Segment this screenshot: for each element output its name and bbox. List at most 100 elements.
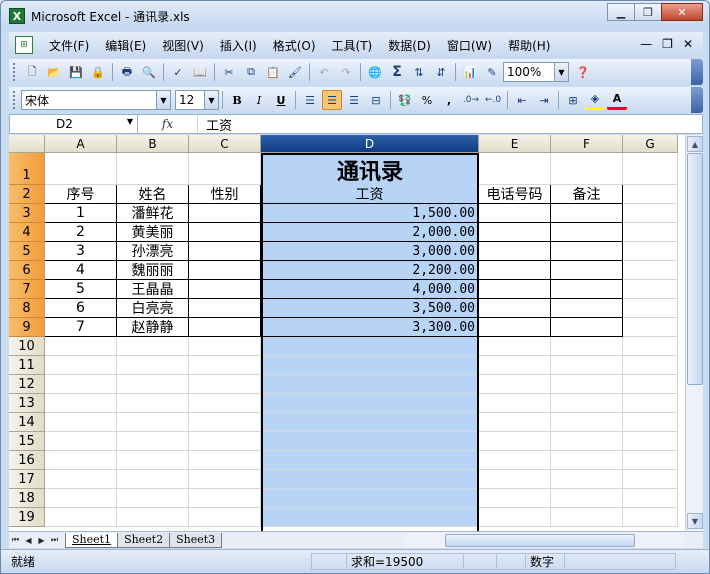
cell-f11[interactable] [551, 356, 623, 375]
cell-g11[interactable] [623, 356, 678, 375]
cell-g15[interactable] [623, 432, 678, 451]
cell-d17[interactable] [261, 470, 479, 489]
print-icon[interactable]: 🖶 [117, 62, 137, 82]
toolbar-grip[interactable] [13, 91, 17, 109]
column-header-d[interactable]: D [261, 135, 479, 153]
cell-a14[interactable] [45, 413, 117, 432]
cell-a13[interactable] [45, 394, 117, 413]
close-button[interactable]: ✕ [661, 3, 703, 21]
row-header-4[interactable]: 4 [9, 223, 45, 242]
row-header-5[interactable]: 5 [9, 242, 45, 261]
cell-g2[interactable] [623, 185, 678, 204]
row-header-10[interactable]: 10 [9, 337, 45, 356]
copy-icon[interactable]: ⧉ [241, 62, 261, 82]
redo-icon[interactable]: ↷ [336, 62, 356, 82]
cell-c11[interactable] [189, 356, 261, 375]
permission-icon[interactable]: 🔒 [88, 62, 108, 82]
open-icon[interactable]: 📂 [44, 62, 64, 82]
cell-e6[interactable] [479, 261, 551, 280]
menu-help[interactable]: 帮助(H) [500, 37, 558, 54]
undo-icon[interactable]: ↶ [314, 62, 334, 82]
cell-g9[interactable] [623, 318, 678, 337]
cell-f18[interactable] [551, 489, 623, 508]
cell-g12[interactable] [623, 375, 678, 394]
cell-g19[interactable] [623, 508, 678, 527]
increase-decimal-icon[interactable]: .0→ [461, 90, 481, 110]
autosum-icon[interactable]: Σ [387, 62, 407, 82]
workbook-minimize-button[interactable]: — [640, 37, 652, 51]
row-header-8[interactable]: 8 [9, 299, 45, 318]
cell-c15[interactable] [189, 432, 261, 451]
cut-icon[interactable]: ✂ [219, 62, 239, 82]
chevron-down-icon[interactable]: ▼ [554, 63, 568, 81]
cell-a18[interactable] [45, 489, 117, 508]
cell-c6[interactable] [189, 261, 261, 280]
italic-button[interactable]: I [249, 90, 269, 110]
scroll-up-icon[interactable]: ▲ [687, 136, 703, 152]
cell-b3[interactable]: 潘鲜花 [117, 204, 189, 223]
cell-e11[interactable] [479, 356, 551, 375]
menu-edit[interactable]: 编辑(E) [97, 37, 154, 54]
cell-f4[interactable] [551, 223, 623, 242]
insert-function-button[interactable]: fx [138, 115, 198, 133]
cell-e2[interactable]: 电话号码 [479, 185, 551, 204]
cell-c17[interactable] [189, 470, 261, 489]
row-header-13[interactable]: 13 [9, 394, 45, 413]
cell-e17[interactable] [479, 470, 551, 489]
research-icon[interactable]: 📖 [190, 62, 210, 82]
cell-d2[interactable]: 工资 [261, 185, 479, 204]
tab-sheet2[interactable]: Sheet2 [117, 532, 171, 548]
name-box[interactable]: D2 ▼ [10, 115, 138, 133]
cell-b19[interactable] [117, 508, 189, 527]
cell-g10[interactable] [623, 337, 678, 356]
cell-e18[interactable] [479, 489, 551, 508]
cell-a11[interactable] [45, 356, 117, 375]
column-header-f[interactable]: F [551, 135, 623, 153]
menu-format[interactable]: 格式(O) [265, 37, 324, 54]
align-right-icon[interactable]: ☰ [344, 90, 364, 110]
cell-g7[interactable] [623, 280, 678, 299]
sort-descending-icon[interactable]: ⇵ [431, 62, 451, 82]
cell-c14[interactable] [189, 413, 261, 432]
cell-d7[interactable]: 4,000.00 [261, 280, 479, 299]
bold-button[interactable]: B [227, 90, 247, 110]
tab-sheet3[interactable]: Sheet3 [169, 532, 223, 548]
decrease-decimal-icon[interactable]: ←.0 [483, 90, 503, 110]
next-sheet-icon[interactable]: ▶ [35, 533, 48, 547]
menu-insert[interactable]: 插入(I) [212, 37, 265, 54]
menu-tools[interactable]: 工具(T) [324, 37, 381, 54]
row-header-12[interactable]: 12 [9, 375, 45, 394]
format-painter-icon[interactable]: 🖌 [285, 62, 305, 82]
vertical-scroll-thumb[interactable] [687, 153, 703, 385]
align-center-icon[interactable]: ☰ [322, 90, 342, 110]
cell-d12[interactable] [261, 375, 479, 394]
cell-g8[interactable] [623, 299, 678, 318]
sort-ascending-icon[interactable]: ⇅ [409, 62, 429, 82]
cell-g16[interactable] [623, 451, 678, 470]
cell-b10[interactable] [117, 337, 189, 356]
cell-d18[interactable] [261, 489, 479, 508]
cell-a10[interactable] [45, 337, 117, 356]
underline-button[interactable]: U [271, 90, 291, 110]
column-header-g[interactable]: G [623, 135, 678, 153]
cell-e14[interactable] [479, 413, 551, 432]
cell-b8[interactable]: 白亮亮 [117, 299, 189, 318]
cell-d8[interactable]: 3,500.00 [261, 299, 479, 318]
align-left-icon[interactable]: ☰ [300, 90, 320, 110]
cell-d13[interactable] [261, 394, 479, 413]
cell-f9[interactable] [551, 318, 623, 337]
menu-data[interactable]: 数据(D) [380, 37, 439, 54]
cell-a9[interactable]: 7 [45, 318, 117, 337]
paste-icon[interactable]: 📋 [263, 62, 283, 82]
fill-color-icon[interactable]: ◈ [585, 90, 605, 110]
cell-g3[interactable] [623, 204, 678, 223]
cell-a2[interactable]: 序号 [45, 185, 117, 204]
cell-d5[interactable]: 3,000.00 [261, 242, 479, 261]
cell-g13[interactable] [623, 394, 678, 413]
cell-g5[interactable] [623, 242, 678, 261]
cell-c5[interactable] [189, 242, 261, 261]
cell-g1[interactable] [623, 153, 678, 185]
font-select[interactable]: 宋体 ▼ [21, 90, 171, 110]
cell-f15[interactable] [551, 432, 623, 451]
cell-c19[interactable] [189, 508, 261, 527]
